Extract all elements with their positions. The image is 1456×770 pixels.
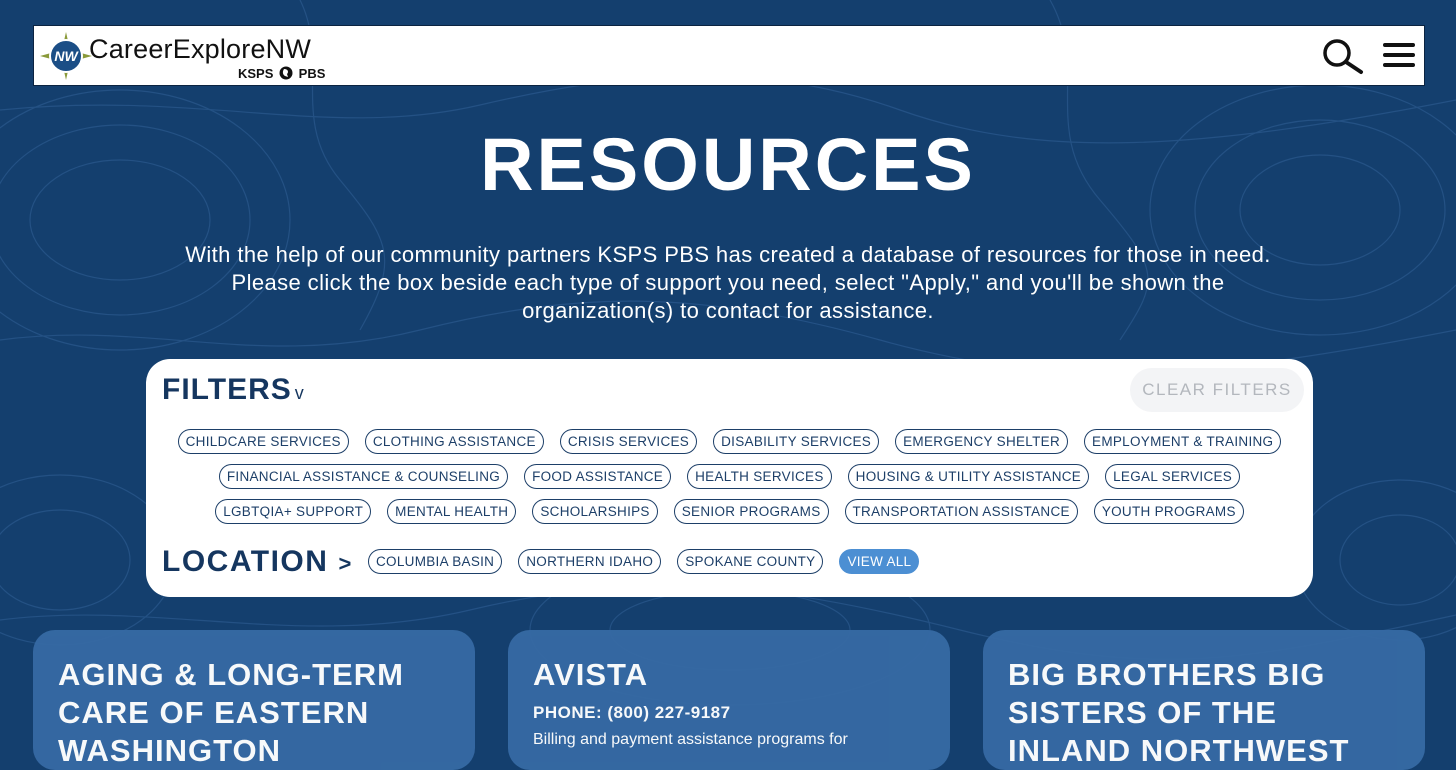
filter-chip-scholarships[interactable]: SCHOLARSHIPS <box>532 499 658 524</box>
svg-text:NW: NW <box>54 48 79 64</box>
page-title: RESOURCES <box>480 123 976 206</box>
filters-panel: FILTERS v CLEAR FILTERS CHILDCARE SERVICE… <box>146 359 1313 597</box>
chevron-down-icon: v <box>294 383 305 403</box>
location-chip-spokane-county[interactable]: SPOKANE COUNTY <box>677 549 824 574</box>
filter-chip-crisis[interactable]: CRISIS SERVICES <box>559 429 698 454</box>
filter-row-2: FINANCIAL ASSISTANCE & COUNSELING FOOD A… <box>146 464 1313 489</box>
resource-card[interactable]: AGING & LONG-TERM CARE OF EASTERN WASHIN… <box>33 630 475 770</box>
location-chip-northern-idaho[interactable]: NORTHERN IDAHO <box>518 549 662 574</box>
filter-chip-youth[interactable]: YOUTH PROGRAMS <box>1093 499 1244 524</box>
filter-chip-financial[interactable]: FINANCIAL ASSISTANCE & COUNSELING <box>218 464 509 489</box>
filter-chip-legal[interactable]: LEGAL SERVICES <box>1105 464 1241 489</box>
filter-row-1: CHILDCARE SERVICES CLOTHING ASSISTANCE C… <box>146 429 1313 454</box>
card-title: AVISTA <box>533 657 649 692</box>
filter-chip-senior[interactable]: SENIOR PROGRAMS <box>673 499 829 524</box>
filter-chip-clothing[interactable]: CLOTHING ASSISTANCE <box>364 429 544 454</box>
filter-chip-childcare[interactable]: CHILDCARE SERVICES <box>177 429 349 454</box>
brand-name[interactable]: CareerExploreNW <box>89 34 311 65</box>
filter-chip-housing[interactable]: HOUSING & UTILITY ASSISTANCE <box>847 464 1090 489</box>
filter-chip-disability[interactable]: DISABILITY SERVICES <box>713 429 880 454</box>
filter-chip-transportation[interactable]: TRANSPORTATION ASSISTANCE <box>844 499 1078 524</box>
brand-sub-ksps: KSPS <box>238 66 274 81</box>
card-description: Billing and payment assistance programs … <box>533 731 848 748</box>
location-options: COLUMBIA BASIN NORTHERN IDAHO SPOKANE CO… <box>368 549 920 574</box>
filter-chip-mental-health[interactable]: MENTAL HEALTH <box>387 499 517 524</box>
site-header: NW CareerExploreNW KSPS PBS <box>33 25 1425 86</box>
card-phone: PHONE: (800) 227-9187 <box>533 703 731 722</box>
filter-chip-lgbtqia[interactable]: LGBTQIA+ SUPPORT <box>215 499 372 524</box>
card-title: BIG BROTHERS BIG SISTERS OF THE INLAND N… <box>1008 657 1350 768</box>
location-title: LOCATION <box>162 545 329 578</box>
resource-card[interactable]: AVISTA PHONE: (800) 227-9187 Billing and… <box>508 630 950 770</box>
filter-chip-emergency-shelter[interactable]: EMERGENCY SHELTER <box>895 429 1069 454</box>
location-heading[interactable]: LOCATION > <box>162 545 353 579</box>
card-title: AGING & LONG-TERM CARE OF EASTERN WASHIN… <box>58 657 404 768</box>
hamburger-menu-icon[interactable] <box>1383 43 1415 69</box>
chevron-right-icon: > <box>338 551 353 576</box>
ksps-pbs-logo: KSPS PBS <box>238 66 325 81</box>
resource-card[interactable]: BIG BROTHERS BIG SISTERS OF THE INLAND N… <box>983 630 1425 770</box>
filters-title: FILTERS <box>162 373 292 406</box>
location-chip-columbia-basin[interactable]: COLUMBIA BASIN <box>368 549 503 574</box>
filter-chip-health[interactable]: HEALTH SERVICES <box>687 464 832 489</box>
location-chip-view-all[interactable]: VIEW ALL <box>839 549 920 574</box>
filter-chip-food[interactable]: FOOD ASSISTANCE <box>524 464 672 489</box>
intro-text: With the help of our community partners … <box>185 242 1271 323</box>
search-icon[interactable] <box>1321 38 1365 76</box>
careerexplorenw-logo-icon[interactable]: NW <box>40 32 92 80</box>
filter-row-3: LGBTQIA+ SUPPORT MENTAL HEALTH SCHOLARSH… <box>146 499 1313 524</box>
filters-toggle[interactable]: FILTERS v <box>162 373 305 407</box>
brand-sub-pbs: PBS <box>298 66 326 81</box>
filter-chip-employment[interactable]: EMPLOYMENT & TRAINING <box>1084 429 1282 454</box>
pbs-head-icon <box>279 66 293 80</box>
clear-filters-button[interactable]: CLEAR FILTERS <box>1130 368 1304 412</box>
